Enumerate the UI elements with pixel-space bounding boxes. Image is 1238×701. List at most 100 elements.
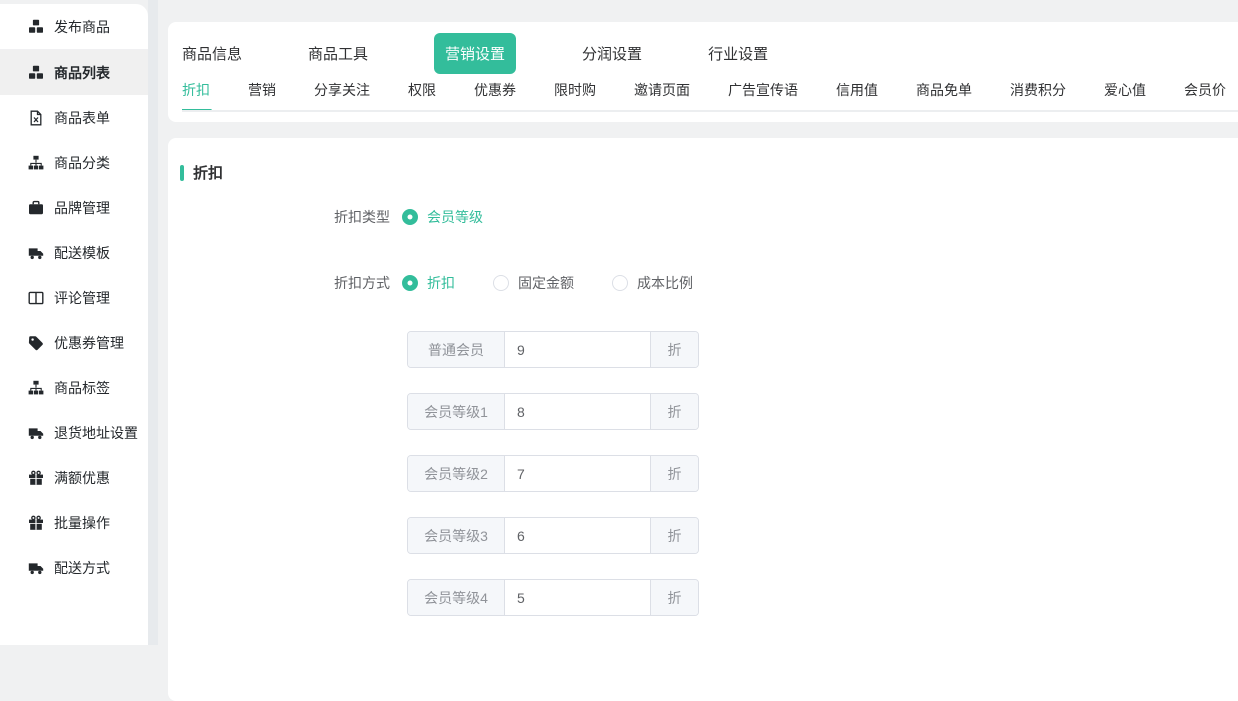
input-prepend-label: 会员等级1 <box>408 394 505 429</box>
subtab-member-price[interactable]: 会员价 <box>1184 80 1226 110</box>
subtab-consumption-points[interactable]: 消费积分 <box>1010 80 1066 110</box>
radio-option-cost-ratio[interactable]: 成本比例 <box>612 273 693 293</box>
discount-type-label: 折扣类型 <box>180 207 402 227</box>
subtab-invite-page[interactable]: 邀请页面 <box>634 80 690 110</box>
subtab-share-follow[interactable]: 分享关注 <box>314 80 370 110</box>
discount-type-row: 折扣类型 会员等级 <box>180 199 1238 235</box>
sidebar-item-label: 批量操作 <box>54 513 110 533</box>
sidebar-item-label: 商品表单 <box>54 108 110 128</box>
tab-profit-settings[interactable]: 分润设置 <box>582 43 642 64</box>
columns-icon <box>28 290 44 306</box>
input-prepend-label: 会员等级3 <box>408 518 505 553</box>
sitemap-icon <box>28 380 44 396</box>
discount-value-input[interactable] <box>505 332 650 367</box>
sidebar-item-publish-product[interactable]: 发布商品 <box>0 4 148 50</box>
radio-option-discount[interactable]: 折扣 <box>402 273 455 293</box>
input-append-unit: 折 <box>650 456 698 491</box>
sidebar-item-brand-management[interactable]: 品牌管理 <box>0 185 148 230</box>
tab-product-info[interactable]: 商品信息 <box>182 43 242 64</box>
subtab-credit-value[interactable]: 信用值 <box>836 80 878 110</box>
discount-rows: 普通会员 折 会员等级1 折 会员等级2 折 会员等级3 <box>407 331 1238 616</box>
sidebar-item-full-amount-discount[interactable]: 满额优惠 <box>0 455 148 500</box>
input-append-unit: 折 <box>650 518 698 553</box>
sidebar-item-label: 退货地址设置 <box>54 423 138 443</box>
discount-form: 折扣类型 会员等级 折扣方式 折扣 固定 <box>180 199 1238 616</box>
tabs-card: 商品信息 商品工具 营销设置 分润设置 行业设置 折扣 营销 分享关注 权限 优… <box>168 22 1238 122</box>
subtab-permissions[interactable]: 权限 <box>408 80 436 110</box>
subtab-product-free[interactable]: 商品免单 <box>916 80 972 110</box>
input-prepend-label: 会员等级4 <box>408 580 505 615</box>
tab-industry-settings[interactable]: 行业设置 <box>708 43 768 64</box>
discount-value-input[interactable] <box>505 456 650 491</box>
sidebar-item-label: 商品标签 <box>54 378 110 398</box>
cubes-icon <box>28 65 44 81</box>
section-title: 折扣 <box>180 162 1238 183</box>
discount-value-input[interactable] <box>505 518 650 553</box>
radio-unselected-icon[interactable] <box>612 275 628 291</box>
discount-row-member-level-4: 会员等级4 折 <box>407 579 699 616</box>
subtab-ad-slogan[interactable]: 广告宣传语 <box>728 80 798 110</box>
sidebar-item-product-form[interactable]: 商品表单 <box>0 95 148 140</box>
top-tabs: 商品信息 商品工具 营销设置 分润设置 行业设置 <box>182 32 1238 74</box>
radio-option-member-level[interactable]: 会员等级 <box>402 207 483 227</box>
file-excel-icon <box>28 110 44 126</box>
sidebar-item-batch-operations[interactable]: 批量操作 <box>0 500 148 545</box>
sidebar-item-delivery-method[interactable]: 配送方式 <box>0 545 148 590</box>
subtab-coupon[interactable]: 优惠券 <box>474 80 516 110</box>
radio-option-fixed-amount[interactable]: 固定金额 <box>493 273 574 293</box>
sidebar-item-return-address-settings[interactable]: 退货地址设置 <box>0 410 148 455</box>
sidebar-item-label: 商品列表 <box>54 63 110 83</box>
discount-value-input[interactable] <box>505 580 650 615</box>
subtab-discount[interactable]: 折扣 <box>182 80 210 110</box>
cubes-icon <box>28 19 44 35</box>
sidebar-item-label: 品牌管理 <box>54 198 110 218</box>
sub-tabs: 折扣 营销 分享关注 权限 优惠券 限时购 邀请页面 广告宣传语 信用值 商品免… <box>182 80 1238 112</box>
truck-icon <box>28 560 44 576</box>
truck-icon <box>28 425 44 441</box>
discount-settings-card: 折扣 折扣类型 会员等级 折扣方式 折扣 <box>168 138 1238 701</box>
briefcase-icon <box>28 200 44 216</box>
sitemap-icon <box>28 155 44 171</box>
gift-icon <box>28 515 44 531</box>
sidebar-item-product-list[interactable]: 商品列表 <box>0 50 148 95</box>
sidebar-item-product-tags[interactable]: 商品标签 <box>0 365 148 410</box>
sidebar-item-label: 评论管理 <box>54 288 110 308</box>
discount-row-member-level-1: 会员等级1 折 <box>407 393 699 430</box>
discount-row-normal-member: 普通会员 折 <box>407 331 699 368</box>
input-append-unit: 折 <box>650 332 698 367</box>
discount-mode-label: 折扣方式 <box>180 273 402 293</box>
sidebar-item-review-management[interactable]: 评论管理 <box>0 275 148 320</box>
radio-selected-icon[interactable] <box>402 209 418 225</box>
discount-mode-radio-group: 折扣 固定金额 成本比例 <box>402 273 693 293</box>
input-prepend-label: 普通会员 <box>408 332 505 367</box>
sidebar-item-product-category[interactable]: 商品分类 <box>0 140 148 185</box>
discount-value-input[interactable] <box>505 394 650 429</box>
radio-selected-icon[interactable] <box>402 275 418 291</box>
truck-icon <box>28 245 44 261</box>
sidebar: 发布商品 商品列表 商品表单 商品分类 品牌管理 配送模板 评论管理 优惠券管理… <box>0 4 148 645</box>
input-append-unit: 折 <box>650 394 698 429</box>
radio-option-label: 折扣 <box>427 273 455 293</box>
radio-unselected-icon[interactable] <box>493 275 509 291</box>
radio-option-label: 固定金额 <box>518 273 574 293</box>
radio-option-label: 会员等级 <box>427 207 483 227</box>
main-area: 商品信息 商品工具 营销设置 分润设置 行业设置 折扣 营销 分享关注 权限 优… <box>158 0 1238 645</box>
subtab-love-value[interactable]: 爱心值 <box>1104 80 1146 110</box>
subtab-marketing[interactable]: 营销 <box>248 80 276 110</box>
sidebar-item-label: 发布商品 <box>54 17 110 37</box>
tab-marketing-settings[interactable]: 营销设置 <box>434 33 516 74</box>
sidebar-scrollbar[interactable] <box>148 0 158 645</box>
sidebar-item-coupon-management[interactable]: 优惠券管理 <box>0 320 148 365</box>
input-append-unit: 折 <box>650 580 698 615</box>
sidebar-item-label: 配送模板 <box>54 243 110 263</box>
discount-mode-row: 折扣方式 折扣 固定金额 成本比例 <box>180 265 1238 301</box>
sidebar-item-label: 满额优惠 <box>54 468 110 488</box>
sidebar-item-shipping-template[interactable]: 配送模板 <box>0 230 148 275</box>
subtab-flash-sale[interactable]: 限时购 <box>554 80 596 110</box>
discount-row-member-level-3: 会员等级3 折 <box>407 517 699 554</box>
discount-type-radio-group: 会员等级 <box>402 207 483 227</box>
input-prepend-label: 会员等级2 <box>408 456 505 491</box>
gift-icon <box>28 470 44 486</box>
tab-product-tools[interactable]: 商品工具 <box>308 43 368 64</box>
radio-option-label: 成本比例 <box>637 273 693 293</box>
